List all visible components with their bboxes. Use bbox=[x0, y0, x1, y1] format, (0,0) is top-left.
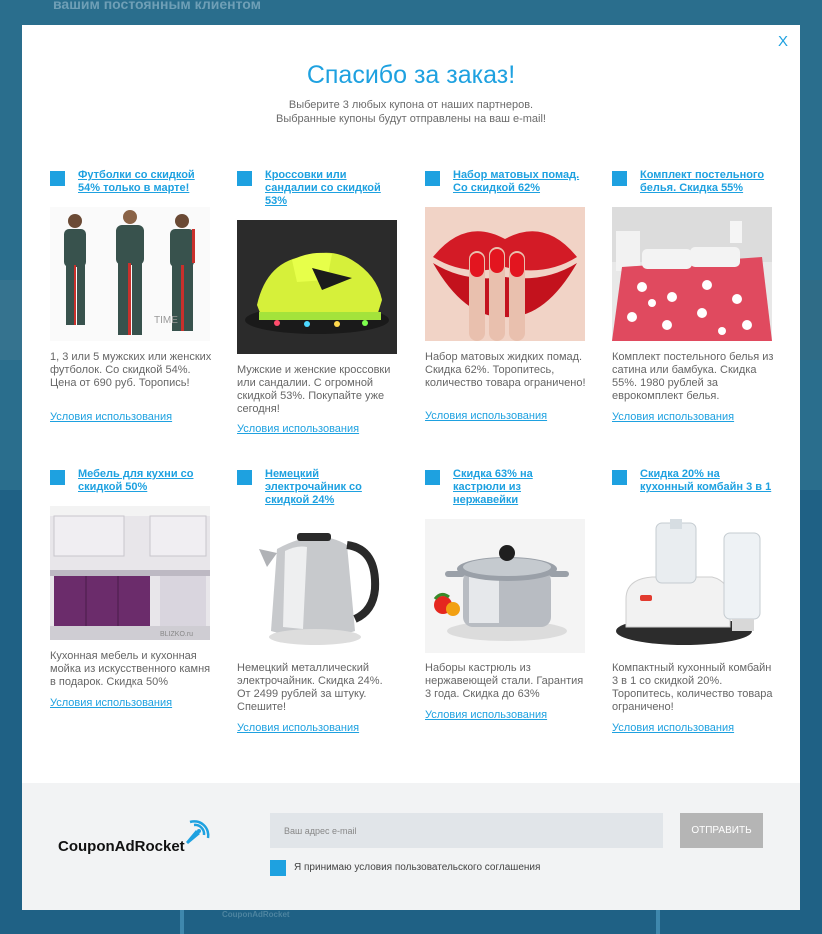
tracksuit-image: TIME bbox=[50, 207, 210, 341]
terms-link[interactable]: Условия использования bbox=[50, 411, 172, 423]
coupon-title-link[interactable]: Комплект постельного белья. Скидка 55% bbox=[640, 169, 774, 195]
coupon-description: Компактный кухонный комбайн 3 в 1 со ски… bbox=[612, 662, 773, 713]
modal-subtitle-line1: Выберите 3 любых купона от наших партнер… bbox=[288, 99, 534, 111]
background-panel-left bbox=[0, 280, 22, 360]
terms-link[interactable]: Условия использования bbox=[425, 410, 547, 422]
coupon-description: Наборы кастрюль из нержавеющей стали. Га… bbox=[425, 662, 584, 700]
coupon-title-link[interactable]: Кроссовки или сандалии со скидкой 53% bbox=[265, 169, 399, 208]
coupon-checkbox[interactable] bbox=[237, 171, 252, 186]
coupon-checkbox[interactable] bbox=[612, 171, 627, 186]
terms-link[interactable]: Условия использования bbox=[612, 411, 734, 423]
coupon-checkbox[interactable] bbox=[425, 470, 440, 485]
coupon-description: Мужские и женские кроссовки или сандалии… bbox=[237, 364, 391, 415]
coupon-checkbox[interactable] bbox=[237, 470, 252, 485]
pot-image bbox=[425, 519, 585, 653]
background-panel-right bbox=[800, 280, 822, 360]
coupon-description: 1, 3 или 5 мужских или женских футболок.… bbox=[50, 351, 212, 389]
terms-link[interactable]: Условия использования bbox=[425, 709, 547, 721]
coupon-title-link[interactable]: Мебель для кухни со скидкой 50% bbox=[78, 468, 212, 494]
coupon-title-link[interactable]: Скидка 20% на кухонный комбайн 3 в 1 bbox=[640, 468, 774, 494]
rocket-logo-icon bbox=[186, 820, 210, 844]
svg-text:BLIZKO.ru: BLIZKO.ru bbox=[160, 631, 193, 638]
lips-image bbox=[425, 207, 585, 341]
food-processor-image bbox=[612, 519, 772, 653]
bedding-image bbox=[612, 207, 772, 341]
terms-link[interactable]: Условия использования bbox=[237, 423, 359, 435]
logo-text: CouponAdRocket bbox=[58, 838, 185, 855]
coupon-title-link[interactable]: Футболки со скидкой 54% только в марте! bbox=[78, 169, 212, 195]
coupon-title-link[interactable]: Скидка 63% на кастрюли из нержавейки bbox=[453, 468, 587, 507]
coupon-description: Немецкий металлический электрочайник. Ск… bbox=[237, 662, 383, 713]
coupon-title-link[interactable]: Набор матовых помад. Со скидкой 62% bbox=[453, 169, 587, 195]
terms-link[interactable]: Условия использования bbox=[612, 722, 734, 734]
kettle-image bbox=[237, 519, 397, 653]
coupon-checkbox[interactable] bbox=[50, 470, 65, 485]
email-input[interactable] bbox=[270, 813, 663, 848]
modal-subtitle-line2: Выбранные купоны будут отправлены на ваш… bbox=[275, 113, 546, 125]
coupon-checkbox[interactable] bbox=[612, 470, 627, 485]
coupon-description: Кухонная мебель и кухонная мойка из иску… bbox=[50, 650, 211, 688]
background-logo-text: CouponAdRocket bbox=[222, 910, 290, 919]
close-button[interactable]: X bbox=[778, 33, 788, 50]
sneakers-image bbox=[237, 220, 397, 354]
coupon-description: Комплект постельного белья из сатина или… bbox=[612, 351, 774, 402]
agree-label: Я принимаю условия пользовательского сог… bbox=[294, 862, 541, 873]
coupon-title-link[interactable]: Немецкий электрочайник со скидкой 24% bbox=[265, 468, 399, 507]
terms-link[interactable]: Условия использования bbox=[50, 697, 172, 709]
subscribe-footer: CouponAdRocket ОТПРАВИТЬ Я принимаю усло… bbox=[22, 783, 800, 910]
coupon-checkbox[interactable] bbox=[425, 171, 440, 186]
send-button[interactable]: ОТПРАВИТЬ bbox=[680, 813, 763, 848]
coupon-description: Набор матовых жидких помад. Скидка 62%. … bbox=[425, 351, 586, 389]
terms-link[interactable]: Условия использования bbox=[237, 722, 359, 734]
agree-checkbox[interactable] bbox=[270, 860, 286, 876]
background-heading: вашим постоянным клиентом bbox=[53, 0, 261, 12]
coupon-modal: X Спасибо за заказ! Выберите 3 любых куп… bbox=[22, 25, 800, 910]
coupon-checkbox[interactable] bbox=[50, 171, 65, 186]
kitchen-image: BLIZKO.ru bbox=[50, 506, 210, 640]
modal-title: Спасибо за заказ! bbox=[306, 61, 516, 89]
svg-text:TIME: TIME bbox=[154, 315, 178, 326]
